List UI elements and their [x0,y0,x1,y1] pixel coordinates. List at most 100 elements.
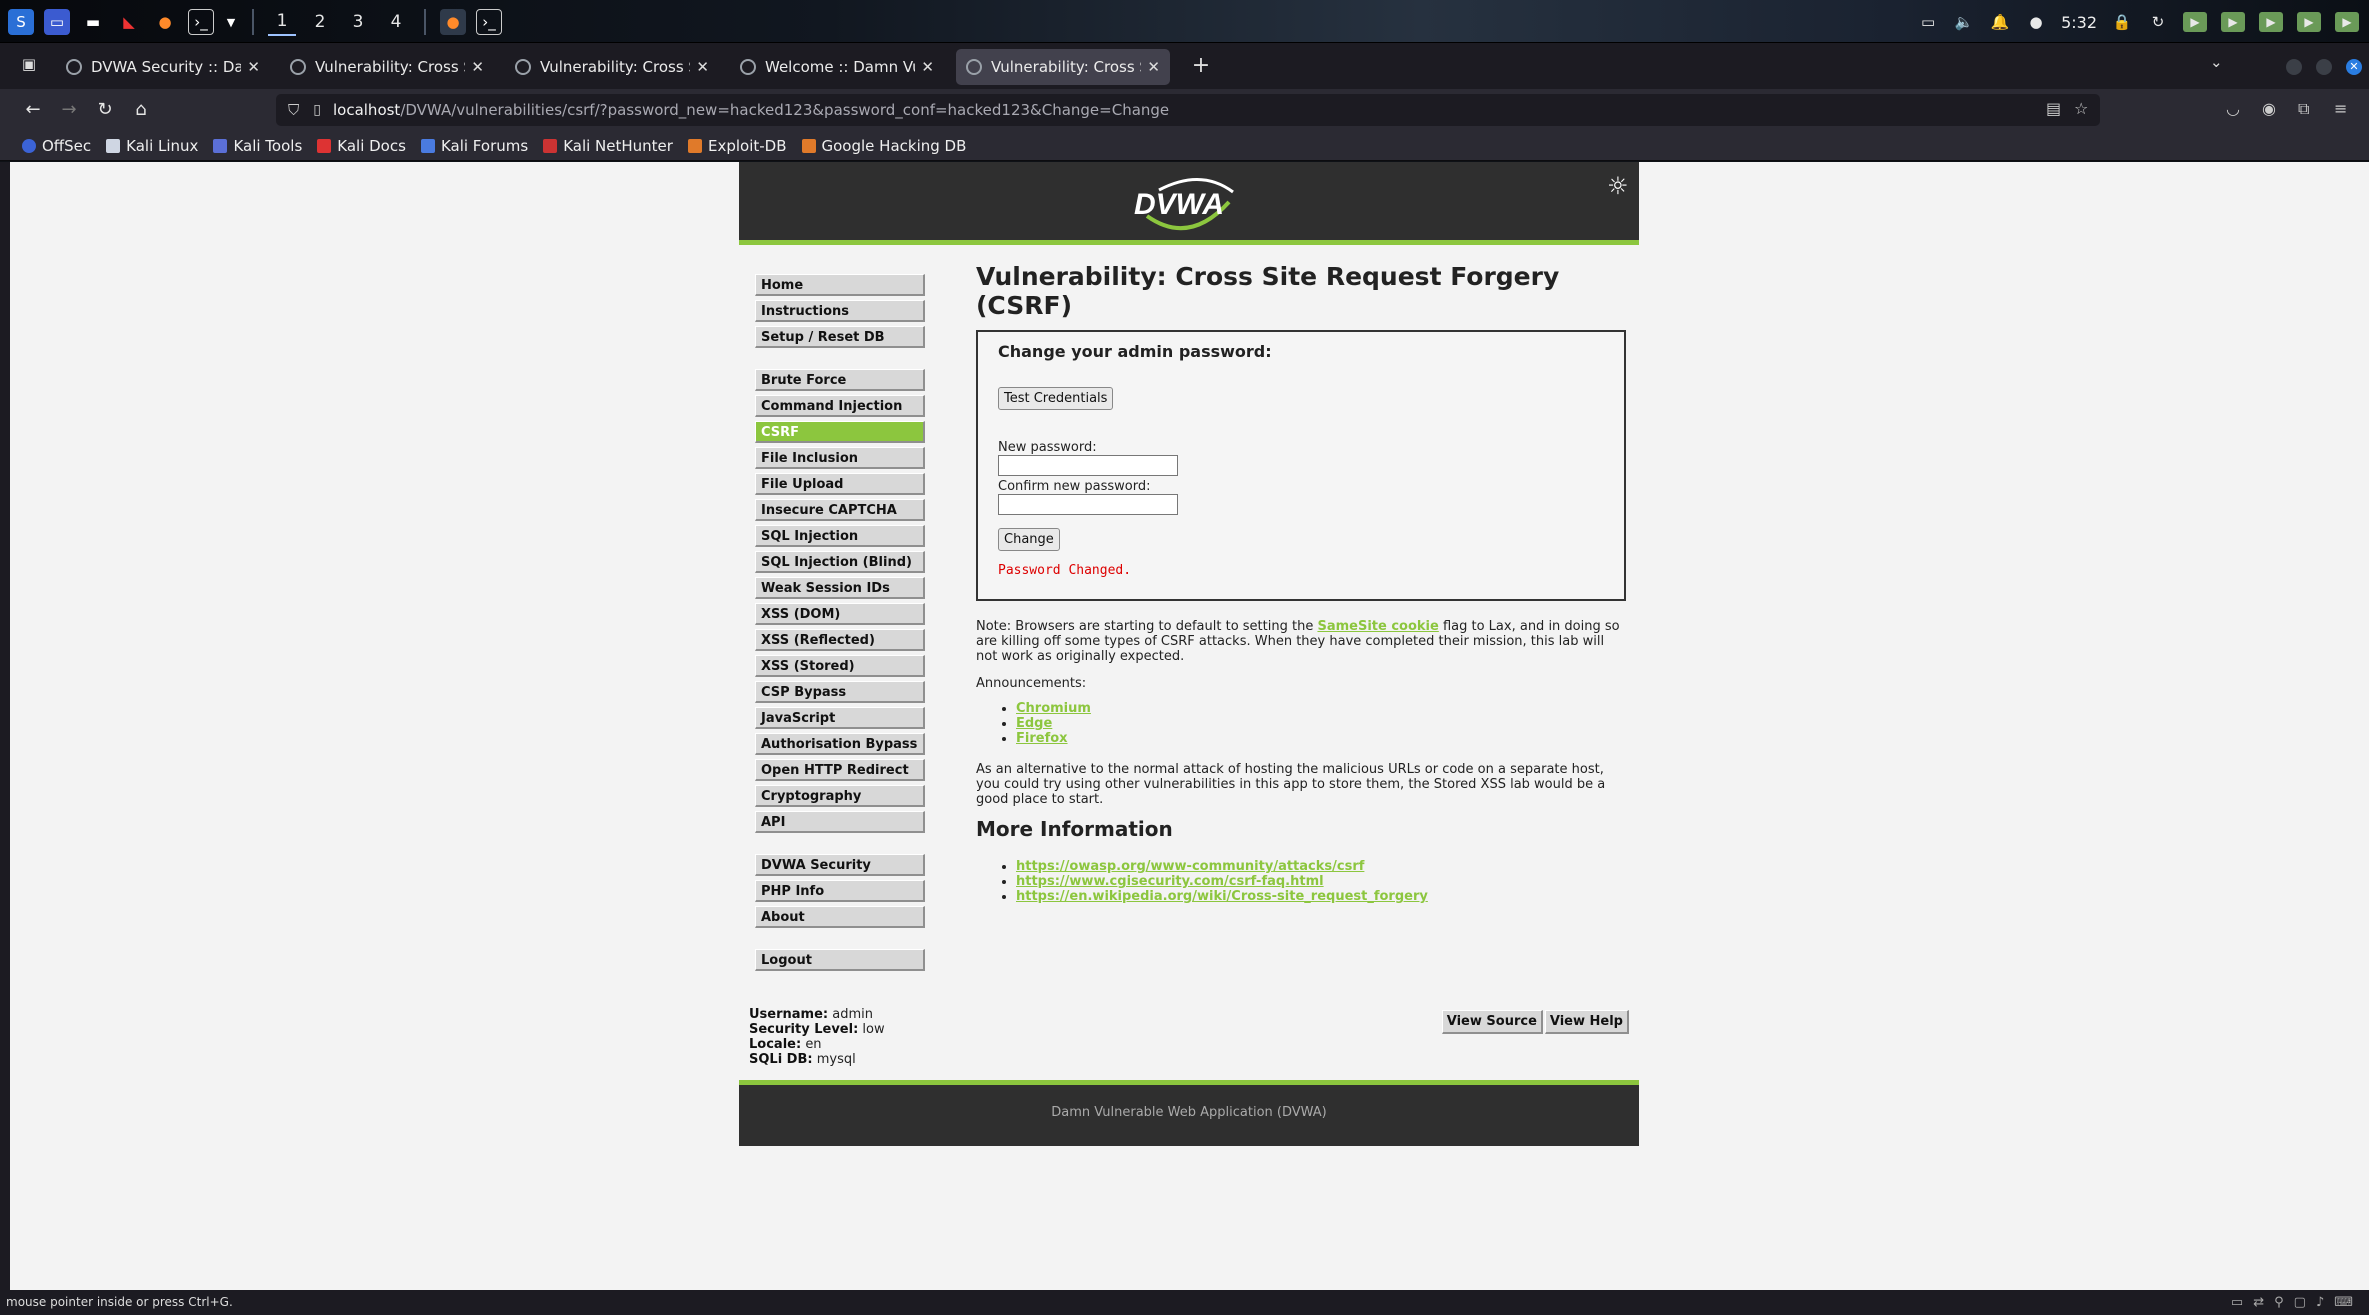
announcement-link-firefox[interactable]: Firefox [1016,731,1068,746]
maximize-window-button[interactable] [2316,59,2332,75]
announcement-link-edge[interactable]: Edge [1016,716,1052,731]
power-icon[interactable]: ● [2025,11,2047,33]
menu-item-api[interactable]: API [755,811,925,833]
browser-tab[interactable]: Vulnerability: Cross Site R ✕ [505,49,719,85]
samesite-cookie-link[interactable]: SameSite cookie [1317,619,1438,634]
bookmark-kali-docs[interactable]: Kali Docs [317,137,406,155]
browser-tab[interactable]: DVWA Security :: Damn V ✕ [56,49,270,85]
browser-tab[interactable]: Welcome :: Damn Vulner ✕ [730,49,944,85]
menu-item-javascript[interactable]: JavaScript [755,707,925,729]
close-tab-icon[interactable]: ✕ [471,58,484,76]
chevron-down-icon[interactable]: ▼ [224,9,238,35]
panel-app-icon[interactable]: ▶ [2259,12,2283,32]
lock-icon[interactable]: 🔒 [2111,11,2133,33]
menu-item-xss-dom[interactable]: XSS (DOM) [755,603,925,625]
menu-item-logout[interactable]: Logout [755,949,925,971]
menu-item-home[interactable]: Home [755,274,925,296]
menu-item-cryptography[interactable]: Cryptography [755,785,925,807]
new-tab-icon[interactable]: + [1188,53,1214,79]
menu-item-command-injection[interactable]: Command Injection [755,395,925,417]
home-icon[interactable]: ⌂ [130,99,152,121]
page-info-icon[interactable]: ▯ [313,102,321,118]
close-tab-icon[interactable]: ✕ [247,58,260,76]
text-editor-icon[interactable]: ◣ [116,9,142,35]
menu-item-xss-reflected[interactable]: XSS (Reflected) [755,629,925,651]
screen-icon[interactable]: ▭ [1917,11,1939,33]
close-tab-icon[interactable]: ✕ [1147,58,1160,76]
browser-tab[interactable]: Vulnerability: Cross Site R ✕ [280,49,494,85]
change-button[interactable]: Change [998,528,1060,551]
close-tab-icon[interactable]: ✕ [696,58,709,76]
minimize-window-button[interactable] [2286,59,2302,75]
menu-item-insecure-captcha[interactable]: Insecure CAPTCHA [755,499,925,521]
terminal-window-icon[interactable]: ›_ [476,9,502,35]
reload-icon[interactable]: ↻ [94,99,116,121]
menu-item-php-info[interactable]: PHP Info [755,880,925,902]
panel-app-icon[interactable]: ▶ [2183,12,2207,32]
panel-app-icon[interactable]: ▶ [2221,12,2245,32]
menu-item-xss-stored[interactable]: XSS (Stored) [755,655,925,677]
account-icon[interactable]: ◉ [2262,99,2276,118]
workspace-3[interactable]: 3 [344,8,372,36]
bookmark-google-hacking-db[interactable]: Google Hacking DB [801,137,966,155]
shield-icon[interactable]: ⛉ [288,101,299,119]
url-bar[interactable]: ⛉ ▯ localhost/DVWA/vulnerabilities/csrf/… [276,94,2100,126]
panel-app-icon[interactable]: ▶ [2297,12,2321,32]
bookmark-star-icon[interactable]: ☆ [2074,99,2088,118]
refresh-icon[interactable]: ↻ [2147,11,2169,33]
wikipedia-csrf-link[interactable]: https://en.wikipedia.org/wiki/Cross-site… [1016,889,1428,904]
announcement-link-chromium[interactable]: Chromium [1016,701,1091,716]
notification-bell-icon[interactable]: 🔔 [1989,11,2011,33]
menu-item-sql-injection-blind[interactable]: SQL Injection (Blind) [755,551,925,573]
menu-item-file-inclusion[interactable]: File Inclusion [755,447,925,469]
firefox-window-icon[interactable]: ● [440,9,466,35]
theme-toggle-icon[interactable]: ☼ [1607,172,1635,200]
chevron-down-icon[interactable]: ⌄ [2210,53,2223,71]
firefox-icon[interactable]: ● [152,9,178,35]
pocket-icon[interactable]: ◡ [2226,99,2240,118]
new-password-field[interactable] [998,455,1178,476]
bookmark-exploit-db[interactable]: Exploit-DB [687,137,787,155]
desktop-icon[interactable]: ▭ [44,9,70,35]
confirm-password-field[interactable] [998,494,1178,515]
terminal-icon[interactable]: ›_ [188,9,214,35]
file-manager-icon[interactable]: ▬ [80,9,106,35]
menu-item-instructions[interactable]: Instructions [755,300,925,322]
reader-view-icon[interactable]: ▤ [2046,99,2061,118]
panel-app-icon[interactable]: ▶ [2335,12,2359,32]
test-credentials-button[interactable]: Test Credentials [998,387,1114,410]
cgisecurity-csrf-link[interactable]: https://www.cgisecurity.com/csrf-faq.htm… [1016,874,1324,889]
kali-menu-icon[interactable]: S [8,9,34,35]
bookmark-offsec[interactable]: OffSec [22,137,91,155]
owasp-csrf-link[interactable]: https://owasp.org/www-community/attacks/… [1016,859,1364,874]
workspace-2[interactable]: 2 [306,8,334,36]
forward-arrow-icon[interactable]: → [58,99,80,121]
workspace-4[interactable]: 4 [382,8,410,36]
browser-tab-active[interactable]: Vulnerability: Cross Site R ✕ [956,49,1170,85]
close-tab-icon[interactable]: ✕ [921,58,934,76]
workspace-1[interactable]: 1 [268,8,296,36]
view-source-button[interactable]: View Source [1441,1010,1543,1034]
volume-icon[interactable]: 🔈 [1953,11,1975,33]
menu-item-file-upload[interactable]: File Upload [755,473,925,495]
menu-item-csrf[interactable]: CSRF [755,421,925,443]
menu-item-authorisation-bypass[interactable]: Authorisation Bypass [755,733,925,755]
back-arrow-icon[interactable]: ← [22,99,44,121]
menu-item-about[interactable]: About [755,906,925,928]
menu-item-brute-force[interactable]: Brute Force [755,369,925,391]
bookmark-kali-linux[interactable]: Kali Linux [106,137,198,155]
extensions-icon[interactable]: ⧉ [2298,99,2309,119]
bookmark-kali-nethunter[interactable]: Kali NetHunter [543,137,673,155]
menu-item-setup[interactable]: Setup / Reset DB [755,326,925,348]
bookmark-kali-tools[interactable]: Kali Tools [213,137,302,155]
menu-item-sql-injection[interactable]: SQL Injection [755,525,925,547]
bookmark-kali-forums[interactable]: Kali Forums [420,137,528,155]
menu-item-open-http-redirect[interactable]: Open HTTP Redirect [755,759,925,781]
menu-item-csp-bypass[interactable]: CSP Bypass [755,681,925,703]
firefox-view-icon[interactable]: ▣ [18,55,40,77]
close-window-button[interactable]: ✕ [2346,59,2362,75]
menu-item-weak-session-ids[interactable]: Weak Session IDs [755,577,925,599]
menu-item-dvwa-security[interactable]: DVWA Security [755,854,925,876]
view-help-button[interactable]: View Help [1544,1010,1629,1034]
hamburger-menu-icon[interactable]: ≡ [2334,99,2347,118]
